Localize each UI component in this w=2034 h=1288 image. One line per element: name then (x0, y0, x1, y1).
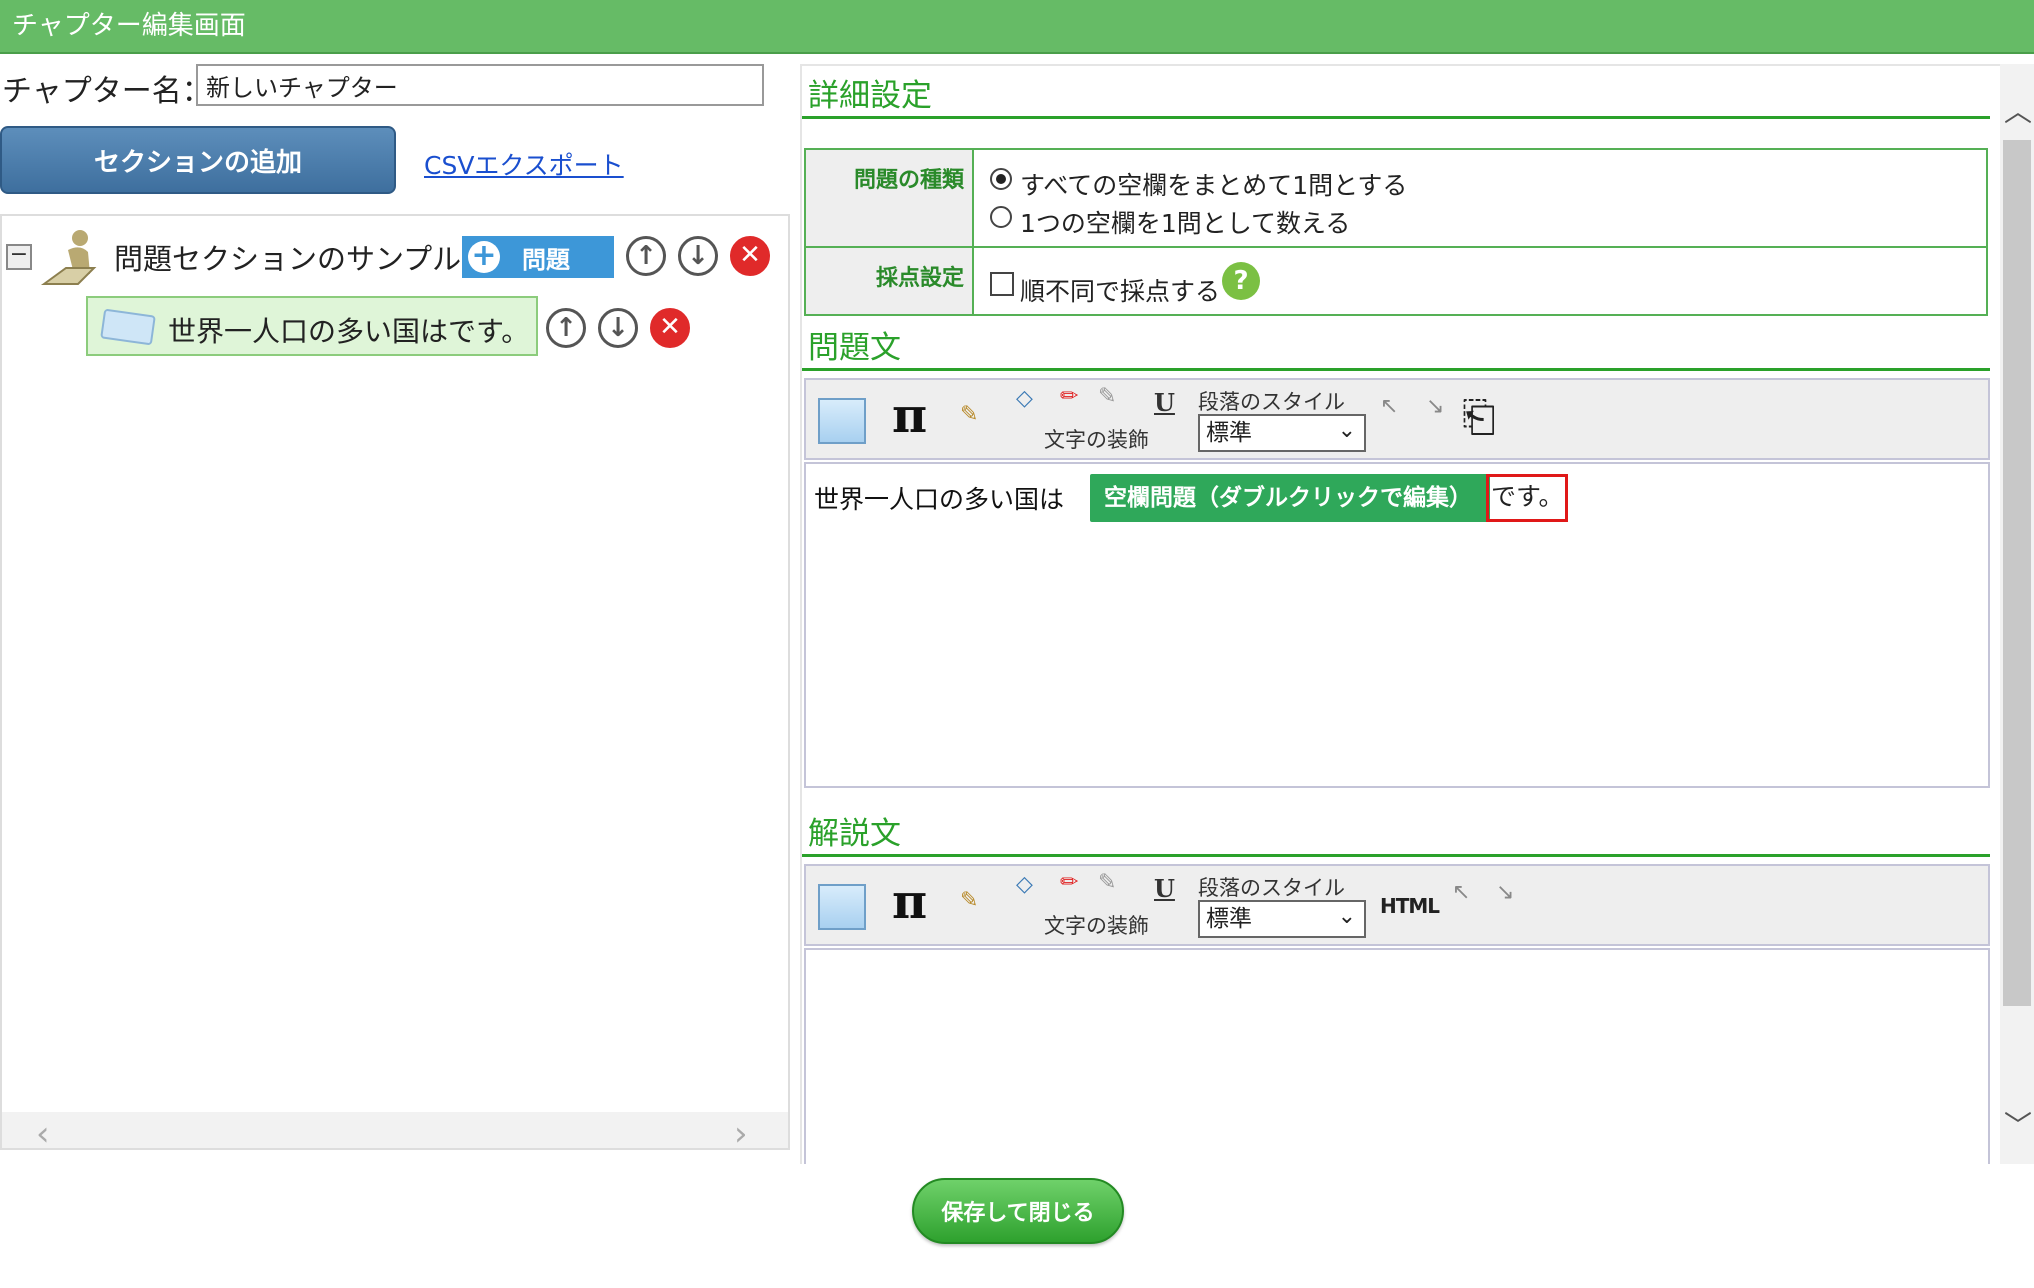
pi-icon[interactable]: π (892, 388, 927, 444)
scroll-down-icon[interactable]: ﹀ (2004, 1104, 2032, 1144)
heading-divider (802, 368, 1990, 371)
paragraph-style-select[interactable]: 標準 ⌄ (1198, 900, 1366, 938)
question-text-after[interactable]: です。 (1486, 474, 1568, 522)
eraser-icon[interactable]: ◇ (1016, 386, 1033, 411)
question-title: 世界一人口の多い国はです。 (168, 315, 530, 348)
eraser-icon[interactable]: ◇ (1016, 872, 1033, 897)
scroll-up-icon[interactable]: ︿ (2004, 90, 2032, 130)
highlighter-icon[interactable]: ✎ (1098, 384, 1116, 409)
heading-divider (802, 854, 1990, 857)
paragraph-style-label: 段落のスタイル (1198, 876, 1345, 900)
insert-icon[interactable]: ⎗ (1462, 392, 1496, 442)
add-question-button[interactable]: + 問題 (462, 236, 614, 278)
indent-icon[interactable]: ↖ (1452, 880, 1470, 905)
scroll-right-icon[interactable]: › (734, 1114, 748, 1154)
image-icon[interactable] (818, 398, 866, 444)
unordered-scoring-text[interactable]: 順不同で採点する (1020, 272, 1220, 308)
blank-question-chip[interactable]: 空欄問題（ダブルクリックで編集） (1090, 474, 1490, 522)
delete-icon[interactable]: ✕ (730, 236, 770, 276)
chevron-down-icon: ⌄ (1337, 418, 1356, 443)
vertical-scrollbar[interactable]: ︿ ﹀ (2000, 64, 2034, 1164)
scrollbar-thumb[interactable] (2003, 140, 2031, 1006)
csv-export-link[interactable]: CSVエクスポート (424, 146, 624, 182)
scoring-label: 採点設定 (806, 248, 974, 314)
scroll-left-icon[interactable]: ‹ (36, 1114, 50, 1154)
collapse-toggle-icon[interactable]: − (6, 244, 32, 270)
option-all-blanks-text[interactable]: すべての空欄をまとめて1問とする (1020, 166, 1407, 202)
question-move-up-icon[interactable]: ↑ (546, 308, 586, 348)
window-title: チャプター編集画面 (0, 0, 2034, 54)
outdent-icon[interactable]: ↘ (1426, 394, 1444, 419)
details-heading: 詳細設定 (808, 78, 932, 114)
paragraph-style-value: 標準 (1206, 420, 1252, 446)
help-icon[interactable]: ? (1222, 262, 1260, 300)
scoring-row: 採点設定 順不同で採点する ? (806, 248, 1986, 314)
explanation-heading: 解説文 (808, 816, 901, 852)
underline-icon[interactable]: U (1154, 874, 1175, 903)
outdent-icon[interactable]: ↘ (1496, 880, 1514, 905)
text-decoration-label: 文字の装飾 (1044, 914, 1149, 938)
brush-icon[interactable]: ✎ (960, 402, 978, 427)
chapter-name-label: チャプター名： (2, 74, 212, 109)
question-text-heading: 問題文 (808, 330, 901, 366)
explanation-editor-toolbar: π ✎ ◇ ✏ ✎ U 文字の装飾 段落のスタイル 標準 ⌄ HTML ↖ ↘ (804, 864, 1990, 946)
add-section-button[interactable]: セクションの追加 (0, 126, 396, 194)
question-card-icon (100, 308, 156, 346)
unordered-scoring-checkbox[interactable] (990, 272, 1014, 296)
option-each-blank-text[interactable]: 1つの空欄を1問として数える (1020, 204, 1350, 240)
move-down-icon[interactable]: ↓ (678, 236, 718, 276)
underline-icon[interactable]: U (1154, 388, 1175, 417)
indent-icon[interactable]: ↖ (1380, 394, 1398, 419)
image-icon[interactable] (818, 884, 866, 930)
paragraph-style-select[interactable]: 標準 ⌄ (1198, 414, 1366, 452)
section-title[interactable]: 問題セクションのサンプル (114, 236, 461, 278)
question-text-editor[interactable]: 世界一人口の多い国は 空欄問題（ダブルクリックで編集） です。 (804, 462, 1990, 788)
add-question-label: 問題 (522, 245, 570, 274)
pi-icon[interactable]: π (892, 874, 927, 930)
red-pen-icon[interactable]: ✏ (1060, 384, 1078, 409)
explanation-editor[interactable] (804, 948, 1990, 1164)
text-decoration-label: 文字の装飾 (1044, 428, 1149, 452)
chevron-down-icon: ⌄ (1337, 904, 1356, 929)
question-move-down-icon[interactable]: ↓ (598, 308, 638, 348)
highlighter-icon[interactable]: ✎ (1098, 870, 1116, 895)
question-editor-toolbar: π ✎ ◇ ✏ ✎ U 文字の装飾 段落のスタイル 標準 ⌄ ↖ ↘ ⎗ (804, 378, 1990, 460)
chapter-tree: − 問題セクションのサンプル + 問題 ↑ ↓ ✕ 世界一人口の多い国はです。 … (0, 214, 790, 1154)
html-button[interactable]: HTML (1380, 894, 1440, 918)
question-text-before: 世界一人口の多い国は (814, 485, 1065, 514)
save-and-close-button[interactable]: 保存して閉じる (912, 1178, 1124, 1244)
paragraph-style-label: 段落のスタイル (1198, 390, 1345, 414)
question-item[interactable]: 世界一人口の多い国はです。 (86, 296, 538, 356)
question-delete-icon[interactable]: ✕ (650, 308, 690, 348)
brush-icon[interactable]: ✎ (960, 888, 978, 913)
radio-each-blank-one-question[interactable] (990, 206, 1012, 228)
red-pen-icon[interactable]: ✏ (1060, 870, 1078, 895)
move-up-icon[interactable]: ↑ (626, 236, 666, 276)
plus-icon: + (468, 241, 500, 273)
question-type-label: 問題の種類 (806, 150, 974, 246)
reading-person-icon (40, 230, 97, 285)
settings-table: 問題の種類 すべての空欄をまとめて1問とする 1つの空欄を1問として数える 採点… (804, 148, 1988, 316)
paragraph-style-value: 標準 (1206, 906, 1252, 932)
horizontal-scrollbar[interactable]: ‹ › (2, 1112, 788, 1154)
heading-divider (802, 116, 1990, 119)
chapter-name-input[interactable] (196, 64, 764, 106)
question-type-row: 問題の種類 すべての空欄をまとめて1問とする 1つの空欄を1問として数える (806, 150, 1986, 248)
radio-all-blanks-one-question[interactable] (990, 168, 1012, 190)
